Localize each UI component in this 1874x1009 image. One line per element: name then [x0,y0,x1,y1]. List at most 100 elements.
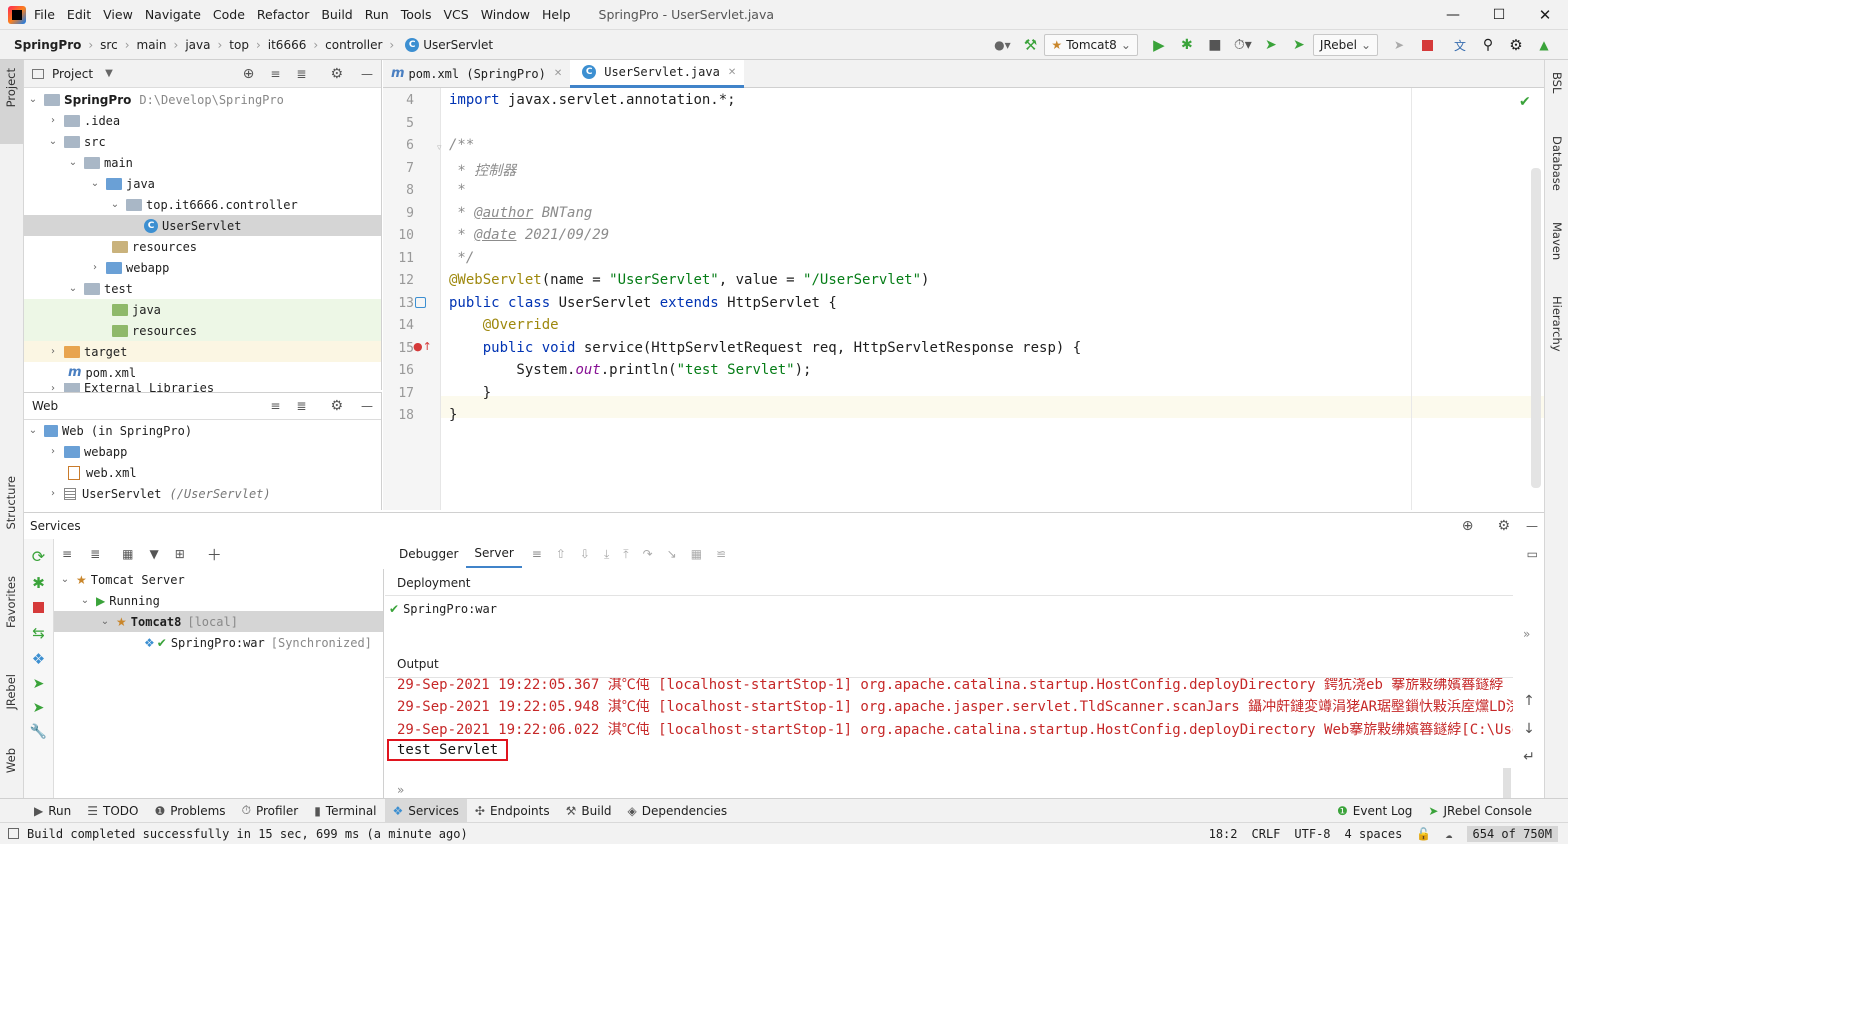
menu-file[interactable]: File [34,7,55,22]
locate-icon[interactable]: ⊕ [1462,518,1474,534]
collapse-all-icon[interactable]: ≣ [296,67,306,81]
tree-item-test-resources[interactable]: resources [24,320,381,341]
service-artifact[interactable]: ❖ ✔ SpringPro:war [Synchronized] [54,632,383,653]
editor-scrollbar[interactable] [1531,168,1541,488]
group-by-icon[interactable]: ▦ [122,547,133,561]
jrebel-strip-button[interactable]: JRebel [4,674,18,710]
breadcrumb-item[interactable]: main [137,38,167,52]
lock-icon[interactable]: 🔓 [1416,827,1431,841]
hide-icon[interactable]: — [1526,519,1538,533]
toolwindow-profiler[interactable]: ⏱ Profiler [234,799,307,823]
tree-item-idea[interactable]: › .idea [24,110,381,131]
fold-marker-icon[interactable]: ▿ [437,143,442,153]
arrow-up-icon[interactable]: ↑ [1519,687,1539,715]
jrebel-select[interactable]: JRebel ⌄ [1312,34,1378,56]
coverage-icon[interactable]: ■ [1204,34,1226,56]
caret-position[interactable]: 18:2 [1209,827,1238,841]
wrench-icon[interactable]: 🔧 [24,724,53,740]
scroll-up-icon[interactable]: ⇧ [556,547,566,561]
debug-icon[interactable]: ✱ [1176,34,1198,56]
deploy-icon[interactable]: ⇆ [24,624,53,642]
bsl-strip-button[interactable]: BSL [1550,72,1564,93]
breadcrumb-item[interactable]: UserServlet [423,38,493,52]
tree-item-userservlet[interactable]: C UserServlet [24,215,381,236]
jrebel-debug-icon[interactable]: ➤ [24,700,53,716]
tree-item-test-java[interactable]: java [24,299,381,320]
menu-lines-icon[interactable]: ≡ [532,547,542,561]
memory-indicator[interactable]: 654 of 750M [1466,825,1558,842]
stop-icon[interactable] [1416,34,1438,56]
collapse-all-icon[interactable]: ≣ [296,399,306,413]
debug-service-icon[interactable]: ✱ [24,574,53,592]
expand-all-icon[interactable]: ≡ [270,399,280,413]
table-icon[interactable]: ▦ [691,547,702,561]
toolwindow-dependencies[interactable]: ◈ Dependencies [620,799,736,823]
menu-view[interactable]: View [103,7,133,22]
run-config-select[interactable]: ★ Tomcat8 ⌄ [1044,34,1138,56]
web-strip-button[interactable]: Web [4,748,18,773]
update-icon[interactable]: ❖ [24,650,53,668]
plugin-icon[interactable]: ▲ [1533,34,1555,56]
collapse-all-icon[interactable]: ≣ [90,547,100,561]
settings-list-icon[interactable]: ≌ [716,547,726,561]
search-icon[interactable]: ⚲ [1477,34,1499,56]
breadcrumb-item[interactable]: java [185,38,210,52]
jrebel-run-icon[interactable]: ➤ [1260,34,1282,56]
tab-debugger[interactable]: Debugger [391,540,466,568]
tree-item-main[interactable]: ⌄ main [24,152,381,173]
stop-service-icon[interactable] [24,602,53,616]
breadcrumb-item[interactable]: SpringPro [14,38,81,52]
tab-pom-xml[interactable]: m pom.xml (SpringPro) ✕ [383,60,570,88]
jrebel-debug-icon[interactable]: ➤ [1288,34,1310,56]
database-strip-button[interactable]: Database [1550,136,1564,191]
toolwindow-jrebel-console[interactable]: ➤ JRebel Console [1420,799,1540,823]
menu-vcs[interactable]: VCS [444,7,469,22]
project-view-select[interactable]: Project [52,67,93,81]
tab-server[interactable]: Server [466,540,522,568]
file-encoding[interactable]: UTF-8 [1294,827,1330,841]
hierarchy-strip-button[interactable]: Hierarchy [1550,296,1564,352]
run-icon[interactable]: ▶ [1148,34,1170,56]
line-separator[interactable]: CRLF [1252,827,1281,841]
toolwindow-endpoints[interactable]: ✣ Endpoints [467,799,558,823]
breadcrumb-item[interactable]: top [229,38,249,52]
menu-code[interactable]: Code [213,7,245,22]
upload-icon[interactable]: ⤒ [623,547,628,562]
service-tomcat-server[interactable]: ⌄ ★ Tomcat Server [54,569,383,590]
output-scrollbar[interactable] [1503,768,1511,798]
chevron-down-icon[interactable]: ▼ [105,68,113,79]
status-message[interactable]: Build completed successfully in 15 sec, … [27,827,468,841]
indent-setting[interactable]: 4 spaces [1345,827,1403,841]
add-service-icon[interactable]: ＋ [207,544,222,565]
gear-icon[interactable]: ⚙ [330,398,343,414]
locate-icon[interactable]: ⊕ [243,66,255,82]
tree-item-pom[interactable]: m pom.xml [24,362,381,383]
menu-run[interactable]: Run [365,7,389,22]
service-running-group[interactable]: ⌄ ▶ Running [54,590,383,611]
build-hammer-icon[interactable]: ⚒ [1019,34,1041,56]
menu-edit[interactable]: Edit [67,7,91,22]
tree-item-java[interactable]: ⌄ java [24,173,381,194]
notifications-icon[interactable]: ☁ [1445,827,1452,841]
menu-tools[interactable]: Tools [401,7,432,22]
web-item-webapp[interactable]: › webapp [24,441,381,462]
arrow-down-icon[interactable]: ↓ [1519,715,1539,743]
jrebel-update-icon[interactable]: ➤ [1388,34,1410,56]
servlet-gutter-icon[interactable] [415,297,426,308]
translate-icon[interactable]: 文 [1449,34,1471,56]
maximize-icon[interactable]: ☐ [1476,7,1522,23]
expand-right-icon[interactable]: » [1523,627,1530,641]
minimize-icon[interactable]: — [1430,7,1476,23]
close-icon[interactable]: ✕ [1522,6,1568,24]
tree-item-resources[interactable]: resources [24,236,381,257]
web-item-servlet[interactable]: › UserServlet (/UserServlet) [24,483,381,504]
toolwindow-problems[interactable]: ❶ Problems [146,799,233,823]
web-root[interactable]: ⌄ Web (in SpringPro) [24,420,381,441]
web-item-webxml[interactable]: web.xml [24,462,381,483]
maven-strip-button[interactable]: Maven [1550,222,1564,260]
expand-all-icon[interactable]: ≡ [62,547,72,561]
deployment-item[interactable]: ✔ SpringPro:war [385,596,1513,622]
filter-icon[interactable]: ▼ [149,547,158,561]
soft-wrap-icon[interactable]: ↵ [1519,743,1539,771]
toolwindow-event-log[interactable]: ❶ Event Log [1329,799,1420,823]
